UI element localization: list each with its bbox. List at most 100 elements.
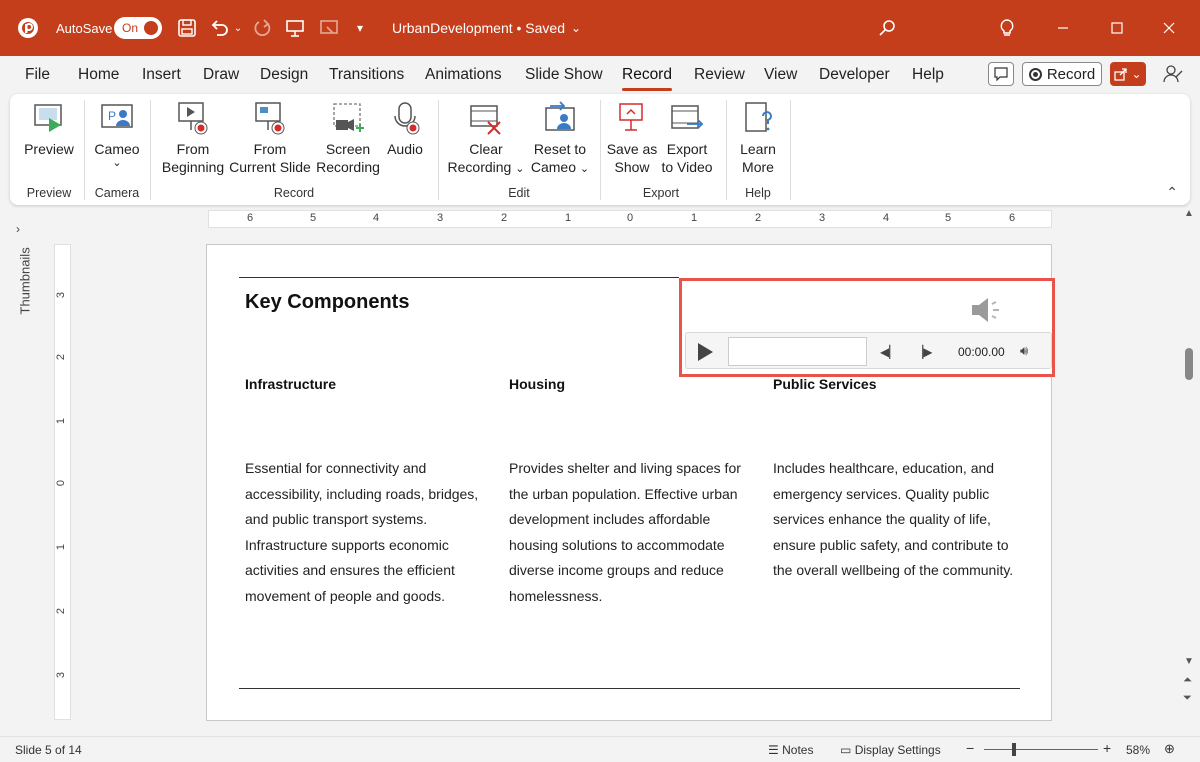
save-as-show-button[interactable]: Save as Show <box>606 100 658 176</box>
tab-insert[interactable]: Insert <box>142 66 181 84</box>
column-body[interactable]: Provides shelter and living spaces for t… <box>509 456 754 609</box>
record-from-current-slide-button[interactable]: From Current Slide <box>227 100 313 176</box>
tab-view[interactable]: View <box>764 66 797 84</box>
notes-button[interactable]: ☰ Notes <box>768 743 813 757</box>
from-current-line1: From <box>253 141 287 157</box>
tab-record[interactable]: Record <box>622 66 672 91</box>
save-as-show-line2: Show <box>614 159 650 175</box>
column-heading[interactable]: Public Services <box>773 376 877 392</box>
tab-draw[interactable]: Draw <box>203 66 239 84</box>
lightbulb-icon[interactable] <box>996 0 1018 56</box>
undo-icon[interactable] <box>208 0 230 56</box>
zoom-level[interactable]: 58% <box>1126 743 1150 757</box>
customize-toolbar-icon[interactable]: ▾ <box>352 0 368 56</box>
column-heading[interactable]: Infrastructure <box>245 376 336 392</box>
group-label-edit: Edit <box>508 186 530 200</box>
powerpoint-logo-icon <box>14 0 42 56</box>
screen-recording-icon <box>333 103 364 132</box>
tab-slide-show[interactable]: Slide Show <box>525 66 603 84</box>
tab-review[interactable]: Review <box>694 66 745 84</box>
cameo-button[interactable]: P Cameo ⌄ <box>92 100 142 169</box>
share-button[interactable]: ⌄ <box>1110 62 1146 86</box>
tab-file[interactable]: File <box>25 66 50 84</box>
reset-to-cameo-button[interactable]: Reset to Cameo ⌄ <box>528 100 592 178</box>
clear-recording-line2: Recording <box>447 159 512 175</box>
zoom-slider-thumb[interactable] <box>1012 743 1016 756</box>
ribbon-separator <box>726 100 727 200</box>
audio-label: Audio <box>387 141 423 157</box>
save-as-show-icon <box>619 103 643 131</box>
learn-more-button[interactable]: Learn More <box>734 100 782 176</box>
cameo-icon: P <box>101 104 133 128</box>
audio-progress-bar[interactable] <box>728 337 867 366</box>
tab-developer[interactable]: Developer <box>819 66 890 84</box>
screen-recording-line2: Recording <box>316 159 380 175</box>
slide-title[interactable]: Key Components <box>245 291 409 314</box>
search-icon[interactable] <box>876 0 898 56</box>
from-beginning-line2: Beginning <box>161 159 225 175</box>
document-title-text: UrbanDevelopment • Saved <box>392 20 565 36</box>
close-button[interactable] <box>1146 0 1192 56</box>
scrollbar-thumb[interactable] <box>1185 348 1193 380</box>
reset-cameo-line2: Cameo <box>530 159 577 175</box>
preview-button[interactable]: Preview <box>24 100 74 158</box>
expand-thumbnails-icon[interactable]: › <box>16 222 20 236</box>
ruler-tick: 3 <box>437 212 444 224</box>
fit-to-window-icon[interactable]: ⊕ <box>1164 741 1175 757</box>
record-button[interactable]: Record <box>1022 62 1102 86</box>
minimize-button[interactable] <box>1040 0 1086 56</box>
tab-animations[interactable]: Animations <box>425 66 502 84</box>
record-from-beginning-button[interactable]: From Beginning <box>160 100 226 176</box>
horizontal-ruler: 6 5 4 3 2 1 0 1 2 3 4 5 6 <box>208 210 1052 228</box>
learn-more-line1: Learn <box>740 141 776 157</box>
column-body[interactable]: Includes healthcare, education, and emer… <box>773 456 1018 584</box>
scroll-up-icon[interactable]: ▲ <box>1184 208 1194 219</box>
display-settings-label: Display Settings <box>854 743 941 757</box>
tab-design[interactable]: Design <box>260 66 308 84</box>
clear-recording-dropdown-icon: ⌄ <box>515 163 525 175</box>
screen-recording-button[interactable]: Screen Recording <box>316 100 380 176</box>
present-icon[interactable] <box>284 0 306 56</box>
column-heading[interactable]: Housing <box>509 376 565 392</box>
tab-transitions[interactable]: Transitions <box>329 66 404 84</box>
thumbnails-label[interactable]: Thumbnails <box>18 247 33 314</box>
document-title[interactable]: UrbanDevelopment • Saved ⌄ <box>392 0 581 56</box>
from-beginning-line1: From <box>176 141 210 157</box>
display-settings-button[interactable]: ▭ Display Settings <box>840 743 941 757</box>
ruler-tick: 1 <box>55 417 68 425</box>
audio-button[interactable]: Audio <box>382 100 428 158</box>
ruler-tick: 5 <box>945 212 952 224</box>
reset-to-cameo-icon <box>545 101 575 131</box>
comments-button[interactable] <box>988 62 1014 86</box>
scroll-down-icon[interactable]: ▼ <box>1184 656 1194 667</box>
vertical-scrollbar[interactable]: ▲ ▼ ⏶ ⏷ <box>1180 208 1198 728</box>
maximize-button[interactable] <box>1094 0 1140 56</box>
collapse-ribbon-icon[interactable]: ⌃ <box>1166 184 1178 201</box>
ruler-tick: 4 <box>373 212 380 224</box>
play-button[interactable] <box>698 343 713 361</box>
previous-slide-icon[interactable]: ⏶ <box>1183 674 1192 687</box>
zoom-out-button[interactable]: − <box>966 740 974 756</box>
coauthor-icon[interactable] <box>1160 62 1186 86</box>
save-icon[interactable] <box>176 0 198 56</box>
tab-home[interactable]: Home <box>78 66 119 84</box>
volume-icon[interactable]: 🔊︎ <box>1020 343 1028 359</box>
ribbon-separator <box>438 100 439 200</box>
ruler-tick: 6 <box>247 212 254 224</box>
redo-icon[interactable] <box>252 0 274 56</box>
audio-object[interactable]: ◀▏ ▕▶ 00:00.00 🔊︎ <box>679 278 1055 377</box>
tab-help[interactable]: Help <box>912 66 944 84</box>
record-from-current-icon <box>255 102 285 135</box>
zoom-slider[interactable] <box>984 749 1098 750</box>
skip-back-button[interactable]: ◀▏ <box>880 345 898 359</box>
column-body[interactable]: Essential for connectivity and accessibi… <box>245 456 490 609</box>
export-to-video-button[interactable]: Export to Video <box>658 100 716 176</box>
footer-rule <box>239 688 1020 689</box>
zoom-in-button[interactable]: + <box>1103 740 1111 756</box>
skip-forward-button[interactable]: ▕▶ <box>914 345 932 359</box>
undo-dropdown-icon[interactable]: ⌄ <box>233 0 243 56</box>
next-slide-icon[interactable]: ⏷ <box>1183 692 1192 705</box>
autosave-toggle[interactable]: On <box>114 0 162 56</box>
clear-recording-button[interactable]: Clear Recording ⌄ <box>446 100 526 178</box>
touch-mode-icon[interactable] <box>318 0 340 56</box>
